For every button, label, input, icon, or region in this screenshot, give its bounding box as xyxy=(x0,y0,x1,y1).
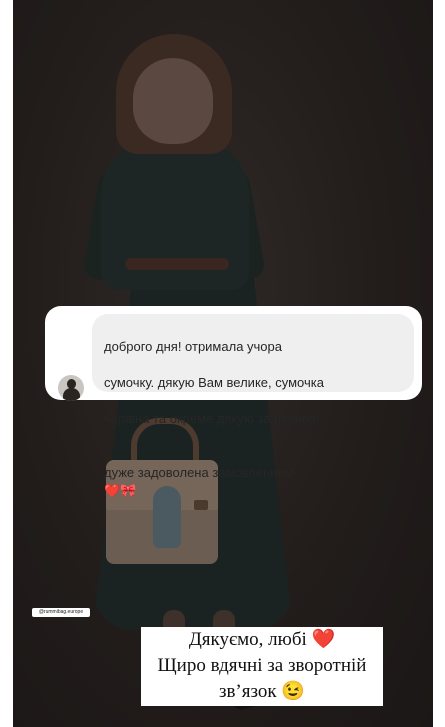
thank-you-caption: Дякуємо, любі ❤️ Щиро вдячні за зворотні… xyxy=(141,627,383,706)
avatar-body xyxy=(63,388,80,401)
message-line-4-text: дуже задоволена замовленням xyxy=(104,465,294,480)
avatar[interactable] xyxy=(58,375,84,401)
face xyxy=(133,58,213,144)
heart-emoji-icon: ❤️ xyxy=(104,483,121,498)
message-bubble: доброго дня! отримала учора сумочку. дяк… xyxy=(92,314,414,498)
message-text: доброго дня! отримала учора сумочку. дяк… xyxy=(104,320,409,518)
caption-line-2: Щиро вдячні за зворотній xyxy=(157,655,367,676)
bow-emoji-icon: 🎀 xyxy=(120,483,137,498)
message-line-2: сумочку. дякую Вам велике, сумочка xyxy=(104,375,324,390)
dm-reply-card: доброго дня! отримала учора сумочку. дяк… xyxy=(45,306,422,498)
dress-belt xyxy=(125,258,229,270)
message-line-1: доброго дня! отримала учора xyxy=(104,339,282,354)
username-tag[interactable]: @rummibag.europe xyxy=(32,608,90,617)
message-line-3: чарівна та окреме дякую за печиво! xyxy=(104,411,320,426)
caption-line-1: Дякуємо, любі ❤️ xyxy=(188,629,336,650)
message-line-4: дуже задоволена замовленням ❤️🎀 xyxy=(104,446,409,500)
caption-line-3: зв’язок 😉 xyxy=(218,681,306,702)
